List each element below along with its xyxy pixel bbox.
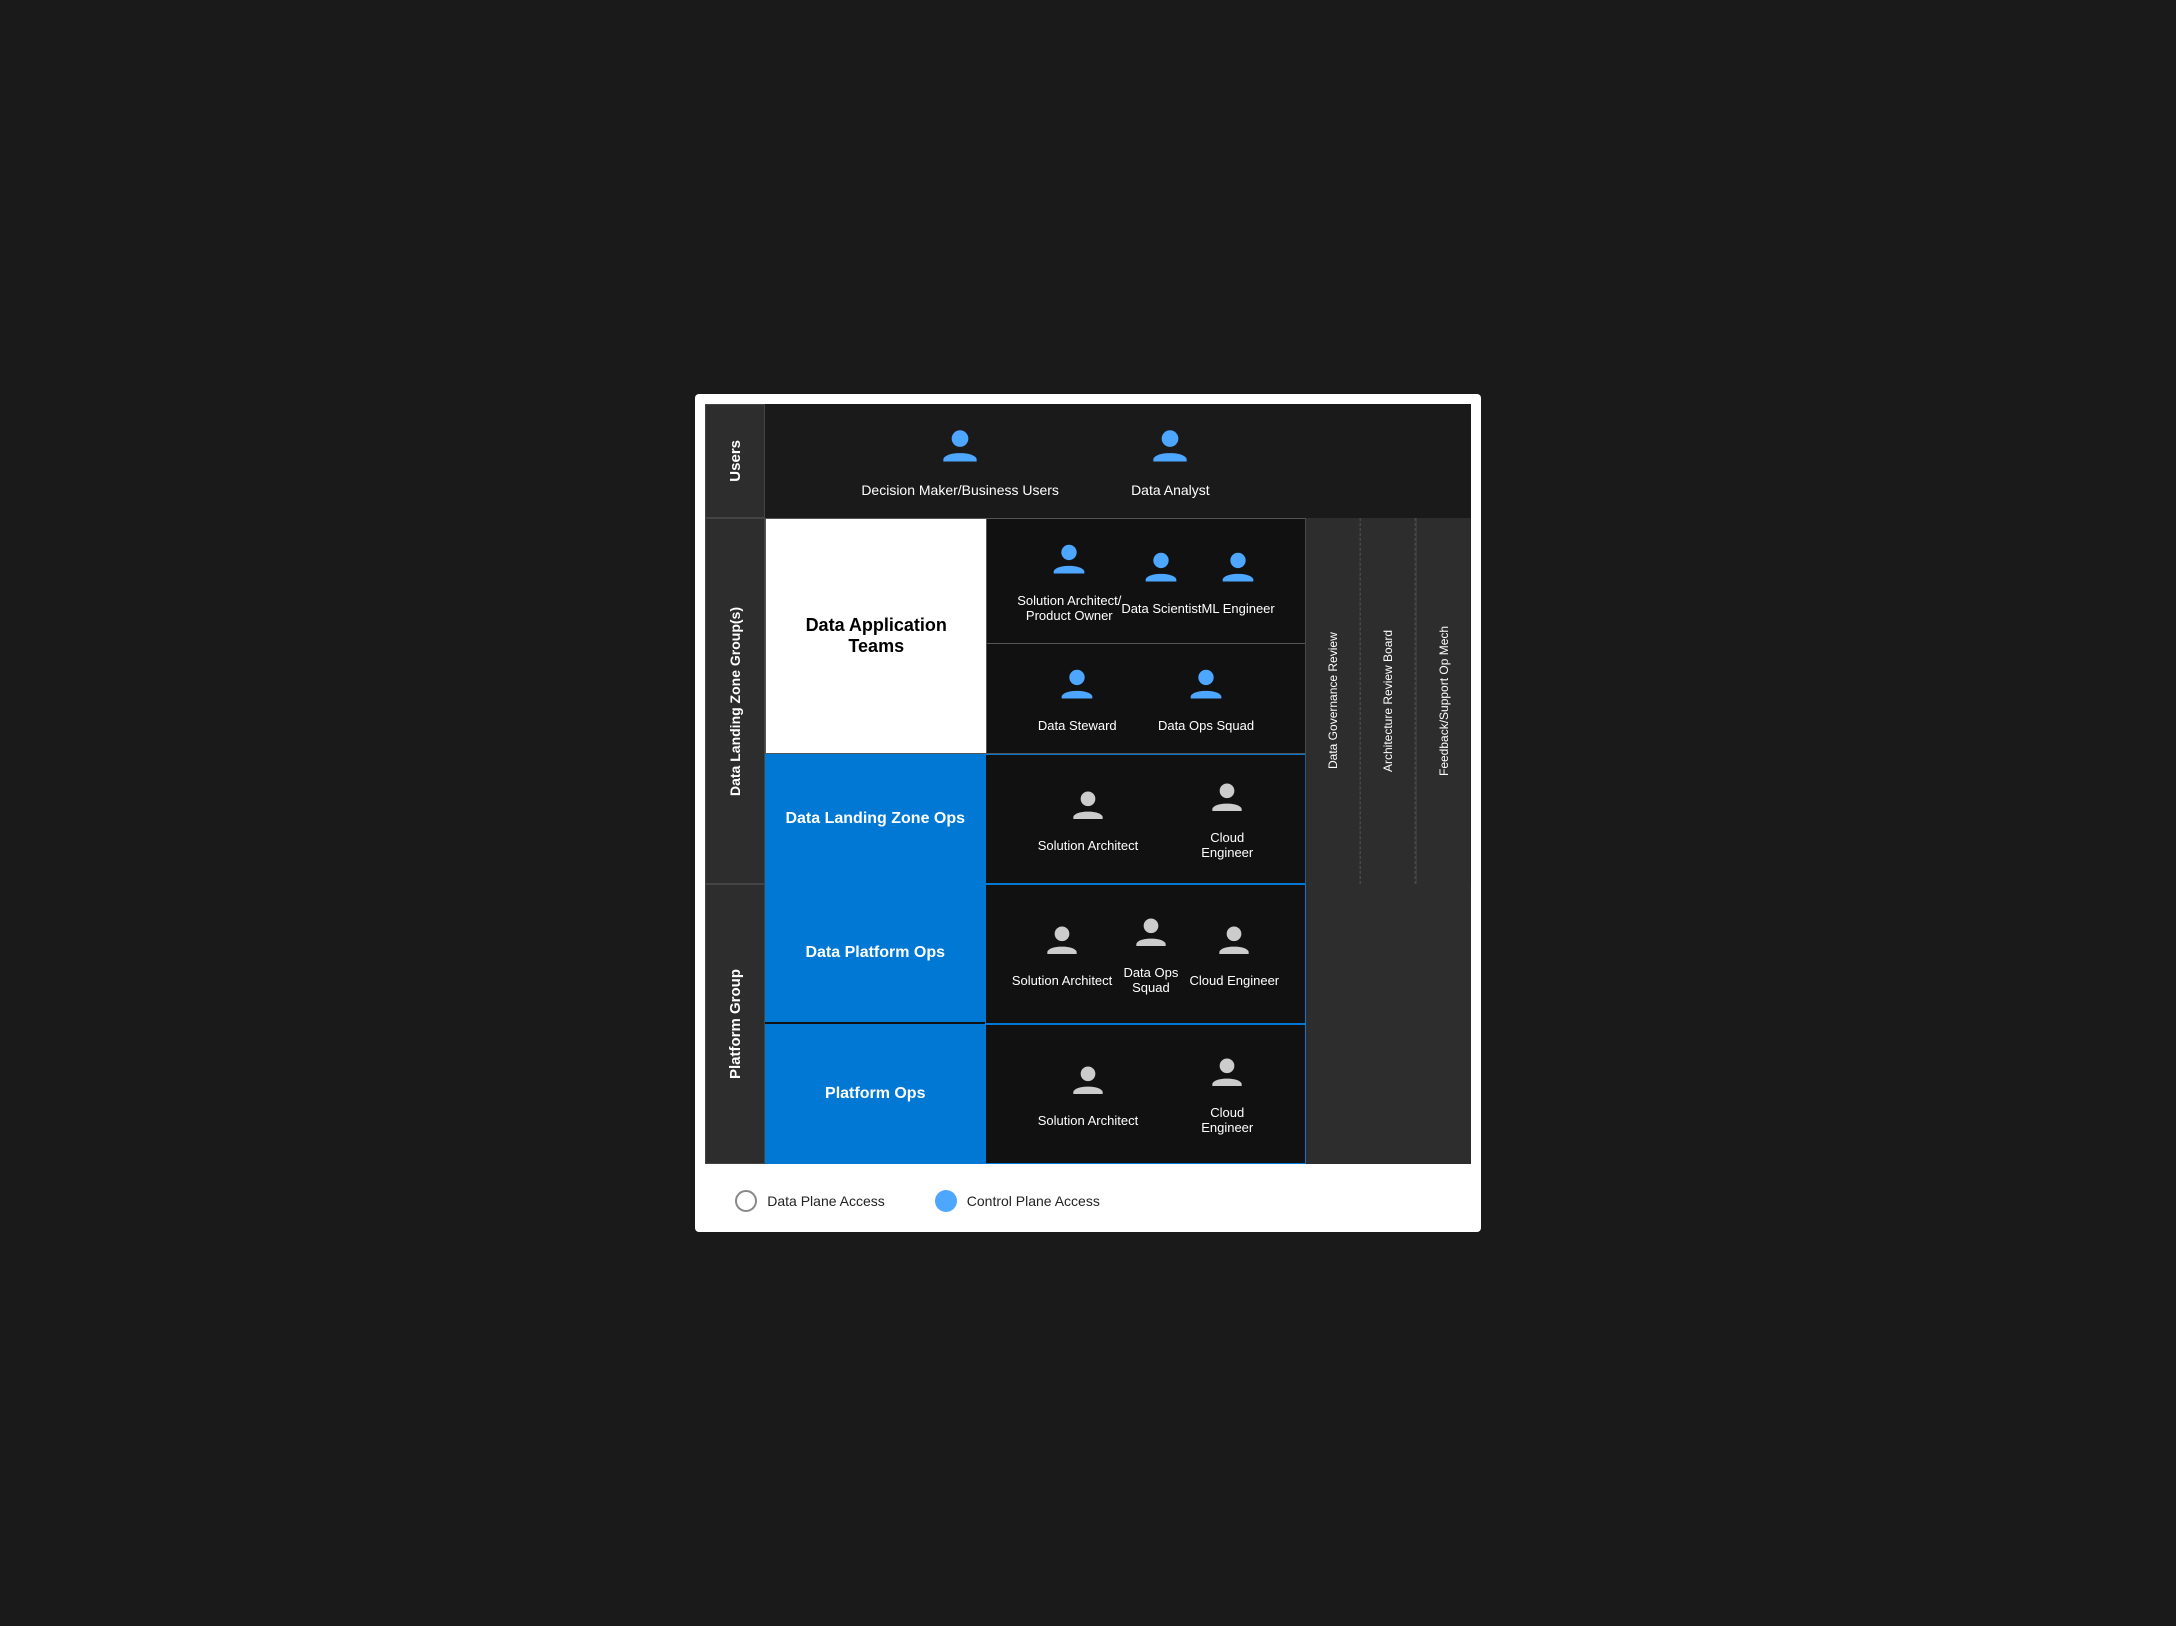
legend-control-plane-label: Control Plane Access [967, 1193, 1100, 1209]
dlzo-blue-box: Data Landing Zone Ops [765, 754, 985, 884]
data-platform-ops-row: Data Platform Ops Solution Architect Dat… [765, 884, 1306, 1024]
data-app-teams-right: Solution Architect/ Product Owner Data S… [986, 519, 1305, 753]
legend-data-plane: Data Plane Access [735, 1190, 885, 1212]
dat-upper-roles: Solution Architect/ Product Owner Data S… [987, 519, 1305, 644]
role-ml-engineer: ML Engineer [1202, 547, 1275, 616]
right-top-filler [1306, 404, 1471, 518]
legend-outline-circle [735, 1190, 757, 1212]
person-white-icon-2 [1205, 778, 1249, 822]
user-data-analyst-label: Data Analyst [1131, 482, 1210, 498]
dpo-cloud-engineer: Cloud Engineer [1190, 921, 1280, 988]
person-blue-icon-1 [935, 424, 985, 474]
person-white-icon-6 [1066, 1061, 1110, 1105]
dpo-solution-architect: Solution Architect [1012, 921, 1112, 988]
platform-label-text: Platform Group [727, 969, 744, 1079]
role-data-steward-label: Data Steward [1038, 718, 1117, 733]
legend-filled-circle [935, 1190, 957, 1212]
data-platform-ops-right: Solution Architect Data Ops Squad Cloud … [985, 884, 1306, 1024]
dlzo-solution-architect: Solution Architect [1038, 786, 1138, 853]
user-decision-maker: Decision Maker/Business Users [861, 424, 1059, 498]
data-app-teams-label: Data Application Teams [786, 615, 966, 657]
data-platform-ops-blue-box: Data Platform Ops [765, 884, 985, 1024]
role-solution-architect: Solution Architect/ Product Owner [1017, 539, 1121, 623]
legend-control-plane: Control Plane Access [935, 1190, 1100, 1212]
dlzo-cloud-engineer: Cloud Engineer [1201, 778, 1253, 860]
role-data-scientist-label: Data Scientist [1121, 601, 1201, 616]
dat-lower-roles: Data Steward Data Ops Squad [987, 644, 1305, 753]
full-diagram: Users Decision Maker/Business Users [695, 394, 1481, 1232]
platform-ops-label: Platform Ops [825, 1085, 925, 1103]
person-blue-icon-2 [1145, 424, 1195, 474]
users-label-text: Users [727, 440, 744, 482]
platform-label-cell: Platform Group [705, 884, 765, 1164]
data-app-teams-white-box: Data Application Teams [766, 519, 986, 753]
person-white-icon-3 [1040, 921, 1084, 965]
role-solution-architect-label: Solution Architect/ Product Owner [1017, 593, 1121, 623]
dlzg-label-text: Data Landing Zone Group(s) [727, 607, 743, 796]
dlzg-label-cell: Data Landing Zone Group(s) [705, 518, 765, 884]
right-label-arch-review: Architecture Review Board [1360, 518, 1416, 884]
right-label-data-governance: Data Governance Review [1306, 518, 1361, 884]
platform-right-filler [1306, 884, 1471, 1164]
users-content: Decision Maker/Business Users Data Analy… [765, 404, 1306, 518]
platform-ops-right: Solution Architect Cloud Engineer [985, 1024, 1306, 1164]
dpo-data-ops-squad: Data Ops Squad [1123, 913, 1178, 995]
po-solution-architect: Solution Architect [1038, 1061, 1138, 1128]
person-white-icon-1 [1066, 786, 1110, 830]
dlzo-label: Data Landing Zone Ops [785, 810, 965, 828]
user-data-analyst: Data Analyst [1131, 424, 1210, 498]
legend: Data Plane Access Control Plane Access [705, 1180, 1471, 1222]
data-app-teams-row: Data Application Teams Solution Architec… [765, 518, 1306, 754]
po-cloud-engineer-label: Cloud Engineer [1201, 1105, 1253, 1135]
dlzg-section: Data Landing Zone Group(s) Data Applicat… [705, 518, 1471, 884]
person-blue-icon-4 [1138, 547, 1184, 593]
po-cloud-engineer: Cloud Engineer [1201, 1053, 1253, 1135]
person-white-icon-5 [1212, 921, 1256, 965]
dlzo-cloud-engineer-label: Cloud Engineer [1201, 830, 1253, 860]
legend-data-plane-label: Data Plane Access [767, 1193, 885, 1209]
person-white-icon-4 [1129, 913, 1173, 957]
person-blue-icon-5 [1215, 547, 1261, 593]
po-solution-architect-label: Solution Architect [1038, 1113, 1138, 1128]
dlzo-row: Data Landing Zone Ops Solution Architect… [765, 754, 1306, 884]
person-blue-icon-7 [1183, 664, 1229, 710]
role-data-steward: Data Steward [1038, 664, 1117, 733]
role-data-scientist: Data Scientist [1121, 547, 1201, 616]
dlzg-right-labels: Data Governance Review Architecture Revi… [1306, 518, 1471, 884]
role-data-ops-squad: Data Ops Squad [1158, 664, 1254, 733]
person-white-icon-7 [1205, 1053, 1249, 1097]
person-blue-icon-3 [1046, 539, 1092, 585]
platform-ops-blue-box: Platform Ops [765, 1024, 985, 1164]
users-section-label: Users [705, 404, 765, 518]
person-blue-icon-6 [1054, 664, 1100, 710]
dlzo-solution-architect-label: Solution Architect [1038, 838, 1138, 853]
user-decision-maker-label: Decision Maker/Business Users [861, 482, 1059, 498]
dlzo-right: Solution Architect Cloud Engineer [985, 754, 1306, 884]
role-data-ops-squad-label: Data Ops Squad [1158, 718, 1254, 733]
platform-section: Platform Group Data Platform Ops Solutio… [705, 884, 1471, 1164]
platform-ops-row: Platform Ops Solution Architect Cloud En… [765, 1024, 1306, 1164]
dlzg-content: Data Application Teams Solution Architec… [765, 518, 1306, 884]
dpo-solution-architect-label: Solution Architect [1012, 973, 1112, 988]
platform-content: Data Platform Ops Solution Architect Dat… [765, 884, 1306, 1164]
dpo-cloud-engineer-label: Cloud Engineer [1190, 973, 1280, 988]
diagram-body: Users Decision Maker/Business Users [705, 404, 1471, 1164]
role-ml-engineer-label: ML Engineer [1202, 601, 1275, 616]
data-platform-ops-label: Data Platform Ops [805, 944, 945, 962]
right-label-feedback: Feedback/Support Op Mech [1416, 518, 1471, 884]
dpo-data-ops-squad-label: Data Ops Squad [1123, 965, 1178, 995]
